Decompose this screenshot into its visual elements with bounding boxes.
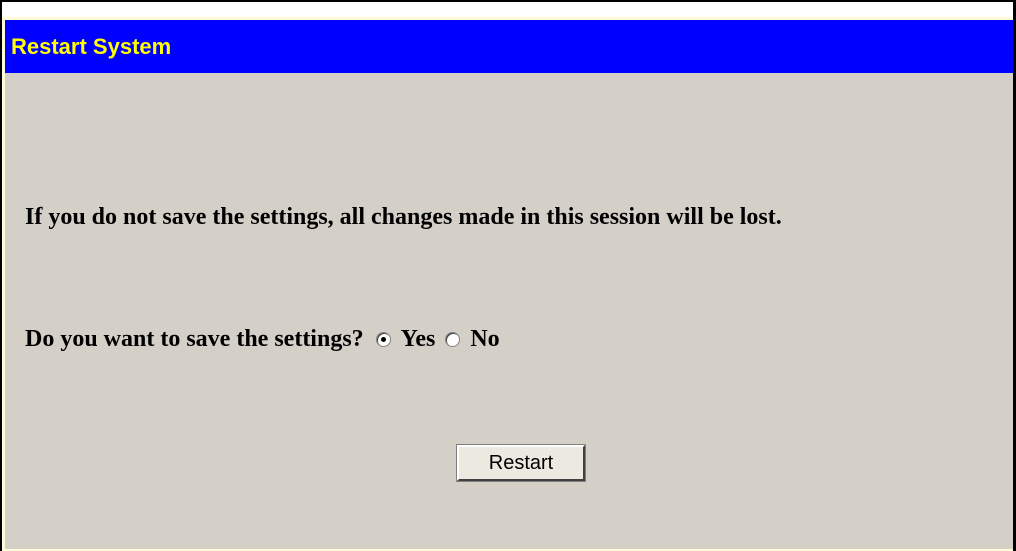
no-radio[interactable]	[445, 331, 461, 347]
yes-label[interactable]: Yes	[401, 326, 436, 353]
warning-message: If you do not save the settings, all cha…	[25, 204, 782, 230]
restart-system-page: Restart System If you do not save the se…	[0, 0, 1016, 551]
no-label[interactable]: No	[470, 326, 499, 353]
save-settings-row: Do you want to save the settings? Yes No	[25, 319, 500, 359]
title-bar: Restart System	[5, 17, 1013, 73]
top-border	[0, 0, 1016, 2]
page-title: Restart System	[11, 34, 172, 59]
restart-panel: Restart System If you do not save the se…	[2, 17, 1013, 551]
yes-radio[interactable]	[375, 331, 391, 347]
restart-button[interactable]: Restart	[456, 444, 586, 482]
save-settings-question: Do you want to save the settings?	[25, 325, 364, 352]
